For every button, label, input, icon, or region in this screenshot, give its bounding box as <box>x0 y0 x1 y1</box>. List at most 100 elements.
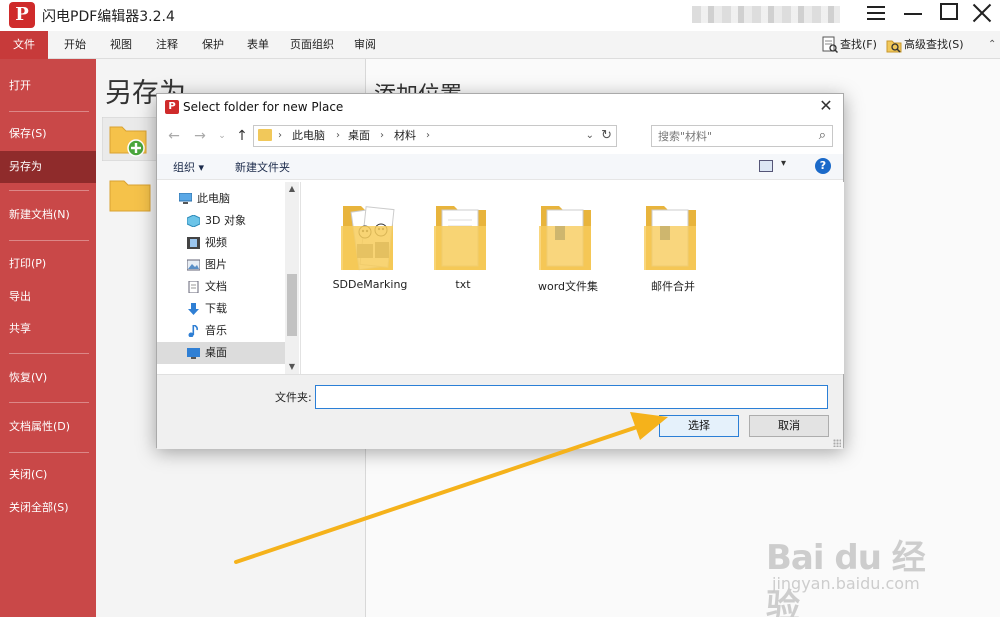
dialog-footer: 文件夹: 选择 取消 <box>157 374 843 449</box>
folder-icon <box>644 206 696 270</box>
desktop-icon <box>187 348 200 359</box>
computer-icon <box>179 193 192 204</box>
folder-icon <box>341 206 395 271</box>
cube-icon <box>187 215 200 227</box>
tree-label: 下载 <box>205 302 227 315</box>
tree-item-pictures[interactable]: 图片 <box>157 254 285 276</box>
ribbon-collapse-icon[interactable]: ⌃ <box>988 35 996 55</box>
tree-label: 文档 <box>205 280 227 293</box>
sidebar-divider <box>9 402 89 403</box>
menu-form[interactable]: 表单 <box>247 31 269 59</box>
sidebar-item-restore[interactable]: 恢复(V) <box>0 362 96 394</box>
menu-bar: 文件 开始 视图 注释 保护 表单 页面组织 审阅 查找(F) 高级查找(S) … <box>0 31 1000 59</box>
menu-view[interactable]: 视图 <box>110 31 132 59</box>
chevron-right-icon: › <box>278 130 282 141</box>
sidebar-item-open[interactable]: 打开 <box>0 70 96 102</box>
organize-button[interactable]: 组织 ▾ <box>173 159 204 175</box>
address-dropdown-icon[interactable]: ⌄ <box>586 126 594 146</box>
sidebar-item-print[interactable]: 打印(P) <box>0 248 96 280</box>
file-item-word[interactable]: word文件集 <box>523 196 613 296</box>
scroll-up-icon[interactable]: ▲ <box>287 184 297 194</box>
tree-item-desktop[interactable]: 桌面 <box>157 342 285 364</box>
app-logo-icon: P <box>9 2 35 28</box>
find-button[interactable]: 查找(F) <box>822 35 877 55</box>
search-icon: ⌕ <box>818 128 826 143</box>
select-button[interactable]: 选择 <box>659 415 739 437</box>
sidebar-item-close[interactable]: 关闭(C) <box>0 459 96 491</box>
menu-protect[interactable]: 保护 <box>202 31 224 59</box>
chevron-right-icon: › <box>426 130 430 141</box>
select-folder-dialog: P Select folder for new Place ✕ ← → ⌄ ↑ … <box>156 93 844 449</box>
folder-name-input[interactable] <box>315 385 828 409</box>
sidebar-item-save[interactable]: 保存(S) <box>0 118 96 150</box>
sidebar-divider <box>9 353 89 354</box>
tree-item-this-pc[interactable]: 此电脑 <box>157 188 285 210</box>
tree-label: 音乐 <box>205 324 227 337</box>
search-input[interactable] <box>652 126 802 146</box>
advanced-find-label: 高级查找(S) <box>904 38 964 51</box>
scroll-down-icon[interactable]: ▼ <box>287 362 297 372</box>
menu-annotate[interactable]: 注释 <box>156 31 178 59</box>
maximize-icon[interactable] <box>930 0 966 25</box>
file-name: word文件集 <box>537 280 599 293</box>
picture-icon <box>187 259 200 271</box>
menu-start[interactable]: 开始 <box>64 31 86 59</box>
file-sidebar: 打开 保存(S) 另存为 新建文档(N) 打印(P) 导出 共享 恢复(V) 文… <box>0 59 96 617</box>
tree-item-downloads[interactable]: 下载 <box>157 298 285 320</box>
new-folder-button[interactable]: 新建文件夹 <box>235 159 290 175</box>
sidebar-item-document-properties[interactable]: 文档属性(D) <box>0 411 96 443</box>
breadcrumb-this-pc[interactable]: 此电脑 <box>292 126 325 146</box>
breadcrumb-materials[interactable]: 材料 <box>394 126 416 146</box>
chevron-right-icon: › <box>380 130 384 141</box>
sidebar-item-save-as[interactable]: 另存为 <box>0 151 96 183</box>
document-icon <box>188 281 199 293</box>
sidebar-item-close-all[interactable]: 关闭全部(S) <box>0 492 96 524</box>
menu-page-organize[interactable]: 页面组织 <box>290 31 334 59</box>
address-bar[interactable]: › 此电脑 › 桌面 › 材料 › ⌄ ↻ <box>253 125 617 147</box>
sidebar-item-new-document[interactable]: 新建文档(N) <box>0 199 96 231</box>
resize-grip-icon[interactable] <box>833 439 841 447</box>
dialog-close-icon[interactable]: ✕ <box>817 97 835 115</box>
forward-icon[interactable]: → <box>191 127 209 145</box>
tree-item-documents[interactable]: 文档 <box>157 276 285 298</box>
minimize-icon[interactable] <box>894 0 930 25</box>
dialog-app-icon: P <box>165 100 179 114</box>
breadcrumb-desktop[interactable]: 桌面 <box>348 126 370 146</box>
file-item-txt[interactable]: txt <box>418 196 508 296</box>
tree-label: 3D 对象 <box>205 214 246 227</box>
cancel-button[interactable]: 取消 <box>749 415 829 437</box>
hamburger-menu-icon[interactable] <box>858 0 894 25</box>
tree-label: 视频 <box>205 236 227 249</box>
folder-icon <box>539 206 591 270</box>
refresh-icon[interactable]: ↻ <box>601 126 612 146</box>
tree-item-music[interactable]: 音乐 <box>157 320 285 342</box>
watermark-url: jingyan.baidu.com <box>772 574 920 593</box>
menu-file[interactable]: 文件 <box>0 31 48 59</box>
help-icon[interactable]: ? <box>815 158 831 174</box>
command-bar: 组织 ▾ 新建文件夹 ▾ ? <box>157 154 843 180</box>
video-icon <box>187 237 200 249</box>
sidebar-item-share[interactable]: 共享 <box>0 313 96 345</box>
tree-item-3d-objects[interactable]: 3D 对象 <box>157 210 285 232</box>
file-item-sddemarking[interactable]: SDDeMarking <box>325 196 415 296</box>
recent-locations-icon[interactable]: ⌄ <box>213 127 231 145</box>
back-icon[interactable]: ← <box>165 127 183 145</box>
advanced-find-button[interactable]: 高级查找(S) <box>886 35 964 55</box>
view-mode-icon[interactable] <box>759 160 773 172</box>
tree-label: 图片 <box>205 258 227 271</box>
file-name: 邮件合并 <box>651 280 695 293</box>
advanced-find-icon <box>886 40 902 53</box>
search-box[interactable]: ⌕ <box>651 125 833 147</box>
tree-item-videos[interactable]: 视频 <box>157 232 285 254</box>
sidebar-item-export[interactable]: 导出 <box>0 281 96 313</box>
close-icon[interactable] <box>964 0 1000 25</box>
find-label: 查找(F) <box>840 38 877 51</box>
view-dropdown-icon[interactable]: ▾ <box>781 158 786 169</box>
file-name: txt <box>455 278 471 291</box>
tree-scrollbar[interactable]: ▲ ▼ <box>285 182 299 374</box>
file-item-mail-merge[interactable]: 邮件合并 <box>628 196 718 296</box>
file-list: SDDeMarking txt word文件集 邮件合并 <box>301 182 844 374</box>
scroll-thumb[interactable] <box>287 274 297 336</box>
menu-review[interactable]: 审阅 <box>354 31 376 59</box>
up-icon[interactable]: ↑ <box>233 127 251 145</box>
